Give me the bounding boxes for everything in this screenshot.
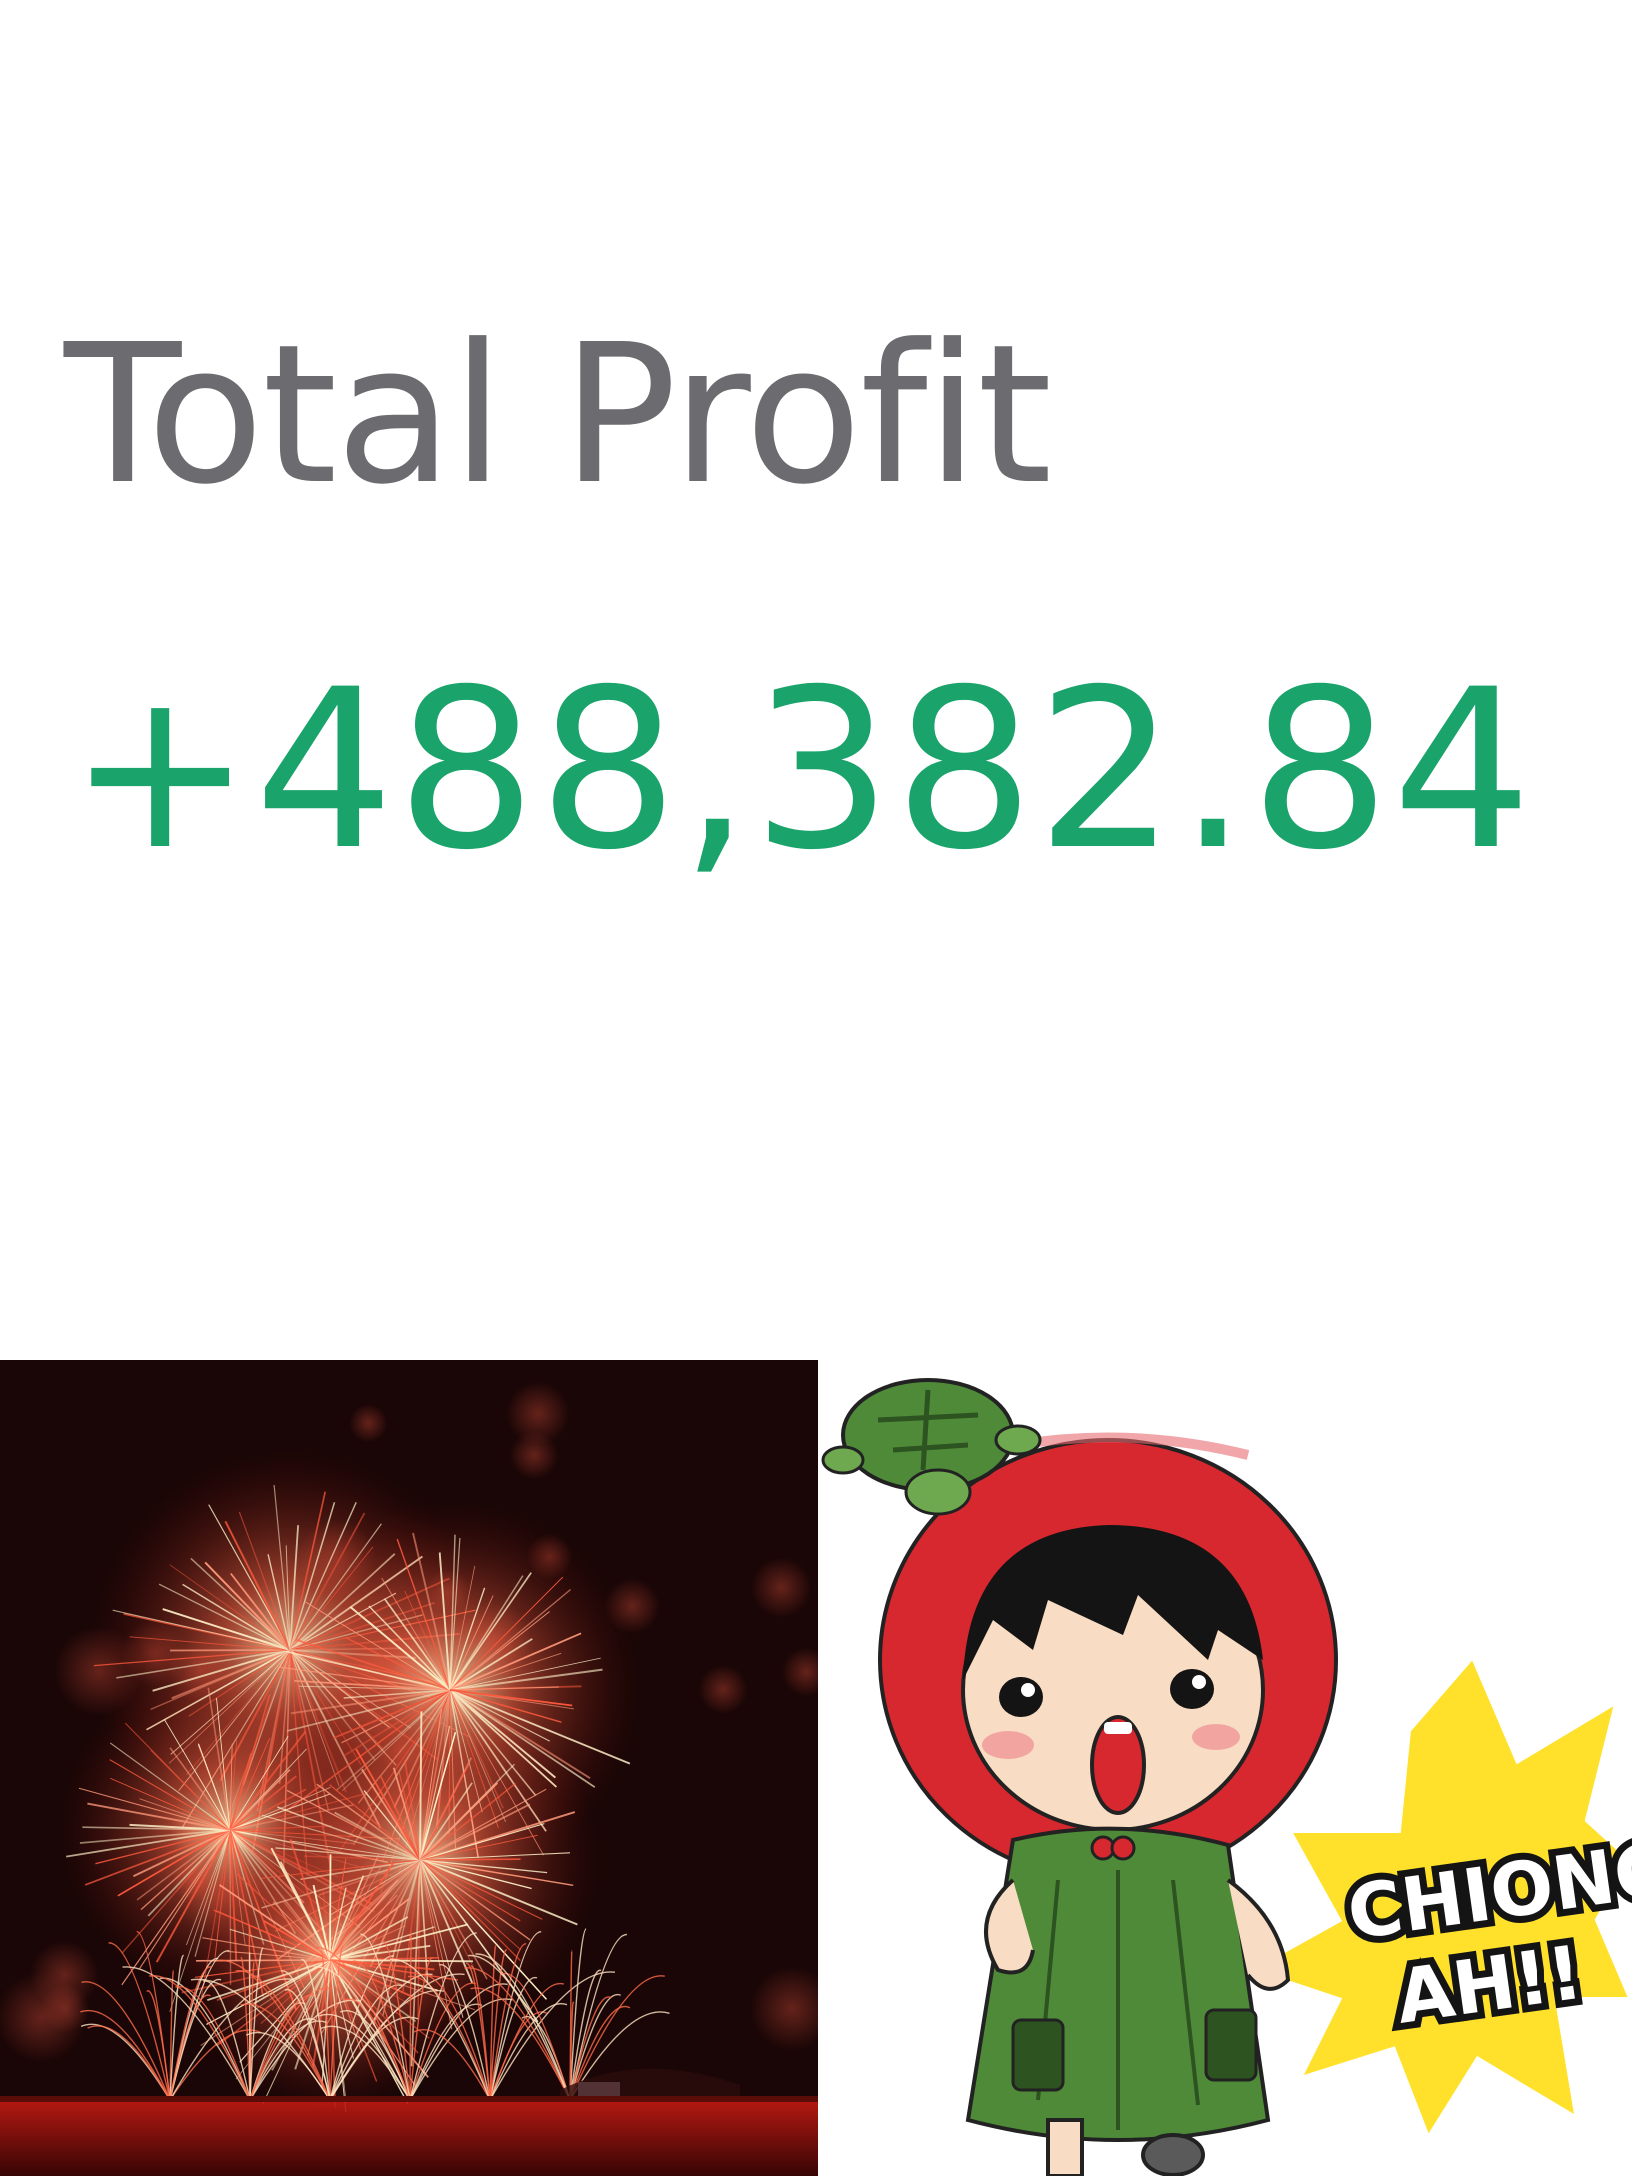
total-profit-label: Total Profit <box>64 304 1052 527</box>
fireworks-photo <box>0 1360 818 2176</box>
cartoon-sticker: CHIONG AH!! <box>818 1360 1632 2176</box>
total-profit-value: +488,382.84 <box>68 642 1534 898</box>
